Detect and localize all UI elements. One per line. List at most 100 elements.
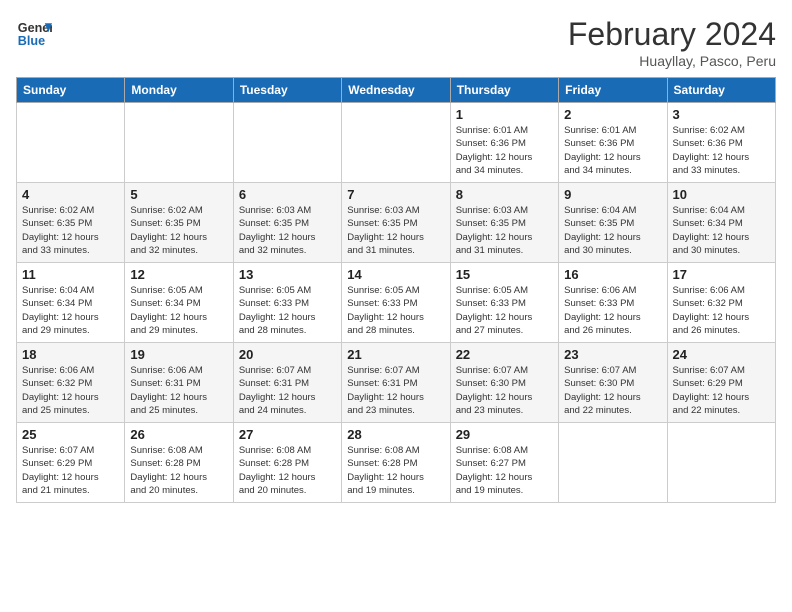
day-detail: Sunrise: 6:08 AMSunset: 6:27 PMDaylight:… [456,444,553,497]
day-number: 8 [456,187,553,202]
day-number: 18 [22,347,119,362]
calendar-cell [342,103,450,183]
calendar-cell: 29 Sunrise: 6:08 AMSunset: 6:27 PMDayligh… [450,423,558,503]
day-detail: Sunrise: 6:04 AMSunset: 6:35 PMDaylight:… [564,204,661,257]
day-number: 11 [22,267,119,282]
day-number: 7 [347,187,444,202]
calendar-cell: 16 Sunrise: 6:06 AMSunset: 6:33 PMDayligh… [559,263,667,343]
day-number: 25 [22,427,119,442]
weekday-header-thursday: Thursday [450,78,558,103]
weekday-header-friday: Friday [559,78,667,103]
day-detail: Sunrise: 6:07 AMSunset: 6:31 PMDaylight:… [347,364,444,417]
calendar-cell: 5Sunrise: 6:02 AMSunset: 6:35 PMDaylight… [125,183,233,263]
calendar-cell: 6Sunrise: 6:03 AMSunset: 6:35 PMDaylight… [233,183,341,263]
calendar-cell: 9Sunrise: 6:04 AMSunset: 6:35 PMDaylight… [559,183,667,263]
weekday-header-row: SundayMondayTuesdayWednesdayThursdayFrid… [17,78,776,103]
calendar-cell: 18Sunrise: 6:06 AMSunset: 6:32 PMDayligh… [17,343,125,423]
calendar-cell: 13 Sunrise: 6:05 AMSunset: 6:33 PMDayligh… [233,263,341,343]
day-detail: Sunrise: 6:03 AMSunset: 6:35 PMDaylight:… [239,204,336,257]
calendar-cell: 28 Sunrise: 6:08 AMSunset: 6:28 PMDayligh… [342,423,450,503]
calendar-cell: 27 Sunrise: 6:08 AMSunset: 6:28 PMDayligh… [233,423,341,503]
day-detail: Sunrise: 6:06 AMSunset: 6:33 PMDaylight:… [564,284,661,337]
week-row-2: 4Sunrise: 6:02 AMSunset: 6:35 PMDaylight… [17,183,776,263]
calendar-cell: 10 Sunrise: 6:04 AMSunset: 6:34 PMDayligh… [667,183,775,263]
calendar-cell: 7 Sunrise: 6:03 AMSunset: 6:35 PMDaylight… [342,183,450,263]
calendar-cell [667,423,775,503]
week-row-1: 1 Sunrise: 6:01 AMSunset: 6:36 PMDaylight… [17,103,776,183]
calendar-cell: 8 Sunrise: 6:03 AMSunset: 6:35 PMDaylight… [450,183,558,263]
day-number: 17 [673,267,770,282]
day-number: 1 [456,107,553,122]
day-detail: Sunrise: 6:05 AMSunset: 6:34 PMDaylight:… [130,284,227,337]
weekday-header-tuesday: Tuesday [233,78,341,103]
day-number: 16 [564,267,661,282]
day-detail: Sunrise: 6:02 AMSunset: 6:35 PMDaylight:… [22,204,119,257]
day-number: 27 [239,427,336,442]
day-number: 24 [673,347,770,362]
calendar-cell [17,103,125,183]
calendar-subtitle: Huayllay, Pasco, Peru [568,53,776,69]
day-detail: Sunrise: 6:01 AMSunset: 6:36 PMDaylight:… [564,124,661,177]
week-row-5: 25 Sunrise: 6:07 AMSunset: 6:29 PMDayligh… [17,423,776,503]
calendar-cell: 26Sunrise: 6:08 AMSunset: 6:28 PMDayligh… [125,423,233,503]
calendar-cell: 1 Sunrise: 6:01 AMSunset: 6:36 PMDaylight… [450,103,558,183]
calendar-cell: 21Sunrise: 6:07 AMSunset: 6:31 PMDayligh… [342,343,450,423]
calendar-cell: 25 Sunrise: 6:07 AMSunset: 6:29 PMDayligh… [17,423,125,503]
svg-text:Blue: Blue [18,34,45,48]
day-detail: Sunrise: 6:02 AMSunset: 6:36 PMDaylight:… [673,124,770,177]
day-detail: Sunrise: 6:03 AMSunset: 6:35 PMDaylight:… [347,204,444,257]
day-number: 22 [456,347,553,362]
header: General Blue February 2024 Huayllay, Pas… [16,16,776,69]
calendar-cell: 17Sunrise: 6:06 AMSunset: 6:32 PMDayligh… [667,263,775,343]
day-number: 15 [456,267,553,282]
calendar-cell: 23 Sunrise: 6:07 AMSunset: 6:30 PMDayligh… [559,343,667,423]
calendar-title: February 2024 [568,16,776,53]
calendar-cell [125,103,233,183]
calendar-cell: 22 Sunrise: 6:07 AMSunset: 6:30 PMDayligh… [450,343,558,423]
calendar-cell [559,423,667,503]
calendar-cell: 4Sunrise: 6:02 AMSunset: 6:35 PMDaylight… [17,183,125,263]
calendar-cell [233,103,341,183]
day-number: 23 [564,347,661,362]
calendar-cell: 14Sunrise: 6:05 AMSunset: 6:33 PMDayligh… [342,263,450,343]
day-detail: Sunrise: 6:08 AMSunset: 6:28 PMDaylight:… [239,444,336,497]
calendar-cell: 3Sunrise: 6:02 AMSunset: 6:36 PMDaylight… [667,103,775,183]
day-detail: Sunrise: 6:01 AMSunset: 6:36 PMDaylight:… [456,124,553,177]
day-detail: Sunrise: 6:04 AMSunset: 6:34 PMDaylight:… [673,204,770,257]
weekday-header-sunday: Sunday [17,78,125,103]
day-number: 20 [239,347,336,362]
calendar-cell: 15 Sunrise: 6:05 AMSunset: 6:33 PMDayligh… [450,263,558,343]
calendar-cell: 12 Sunrise: 6:05 AMSunset: 6:34 PMDayligh… [125,263,233,343]
logo-icon: General Blue [16,16,52,52]
day-number: 28 [347,427,444,442]
weekday-header-saturday: Saturday [667,78,775,103]
day-number: 13 [239,267,336,282]
calendar-table: SundayMondayTuesdayWednesdayThursdayFrid… [16,77,776,503]
day-detail: Sunrise: 6:08 AMSunset: 6:28 PMDaylight:… [347,444,444,497]
day-number: 10 [673,187,770,202]
day-detail: Sunrise: 6:05 AMSunset: 6:33 PMDaylight:… [239,284,336,337]
day-detail: Sunrise: 6:07 AMSunset: 6:30 PMDaylight:… [564,364,661,417]
day-number: 19 [130,347,227,362]
title-section: February 2024 Huayllay, Pasco, Peru [568,16,776,69]
day-detail: Sunrise: 6:08 AMSunset: 6:28 PMDaylight:… [130,444,227,497]
day-detail: Sunrise: 6:03 AMSunset: 6:35 PMDaylight:… [456,204,553,257]
day-number: 12 [130,267,227,282]
week-row-3: 11 Sunrise: 6:04 AMSunset: 6:34 PMDayligh… [17,263,776,343]
calendar-cell: 11 Sunrise: 6:04 AMSunset: 6:34 PMDayligh… [17,263,125,343]
day-number: 2 [564,107,661,122]
calendar-cell: 24 Sunrise: 6:07 AMSunset: 6:29 PMDayligh… [667,343,775,423]
day-detail: Sunrise: 6:07 AMSunset: 6:29 PMDaylight:… [673,364,770,417]
day-detail: Sunrise: 6:07 AMSunset: 6:31 PMDaylight:… [239,364,336,417]
calendar-cell: 20 Sunrise: 6:07 AMSunset: 6:31 PMDayligh… [233,343,341,423]
day-detail: Sunrise: 6:07 AMSunset: 6:29 PMDaylight:… [22,444,119,497]
day-detail: Sunrise: 6:05 AMSunset: 6:33 PMDaylight:… [456,284,553,337]
day-detail: Sunrise: 6:06 AMSunset: 6:31 PMDaylight:… [130,364,227,417]
day-detail: Sunrise: 6:07 AMSunset: 6:30 PMDaylight:… [456,364,553,417]
logo: General Blue [16,16,52,52]
weekday-header-monday: Monday [125,78,233,103]
day-number: 29 [456,427,553,442]
week-row-4: 18Sunrise: 6:06 AMSunset: 6:32 PMDayligh… [17,343,776,423]
day-detail: Sunrise: 6:04 AMSunset: 6:34 PMDaylight:… [22,284,119,337]
day-number: 14 [347,267,444,282]
